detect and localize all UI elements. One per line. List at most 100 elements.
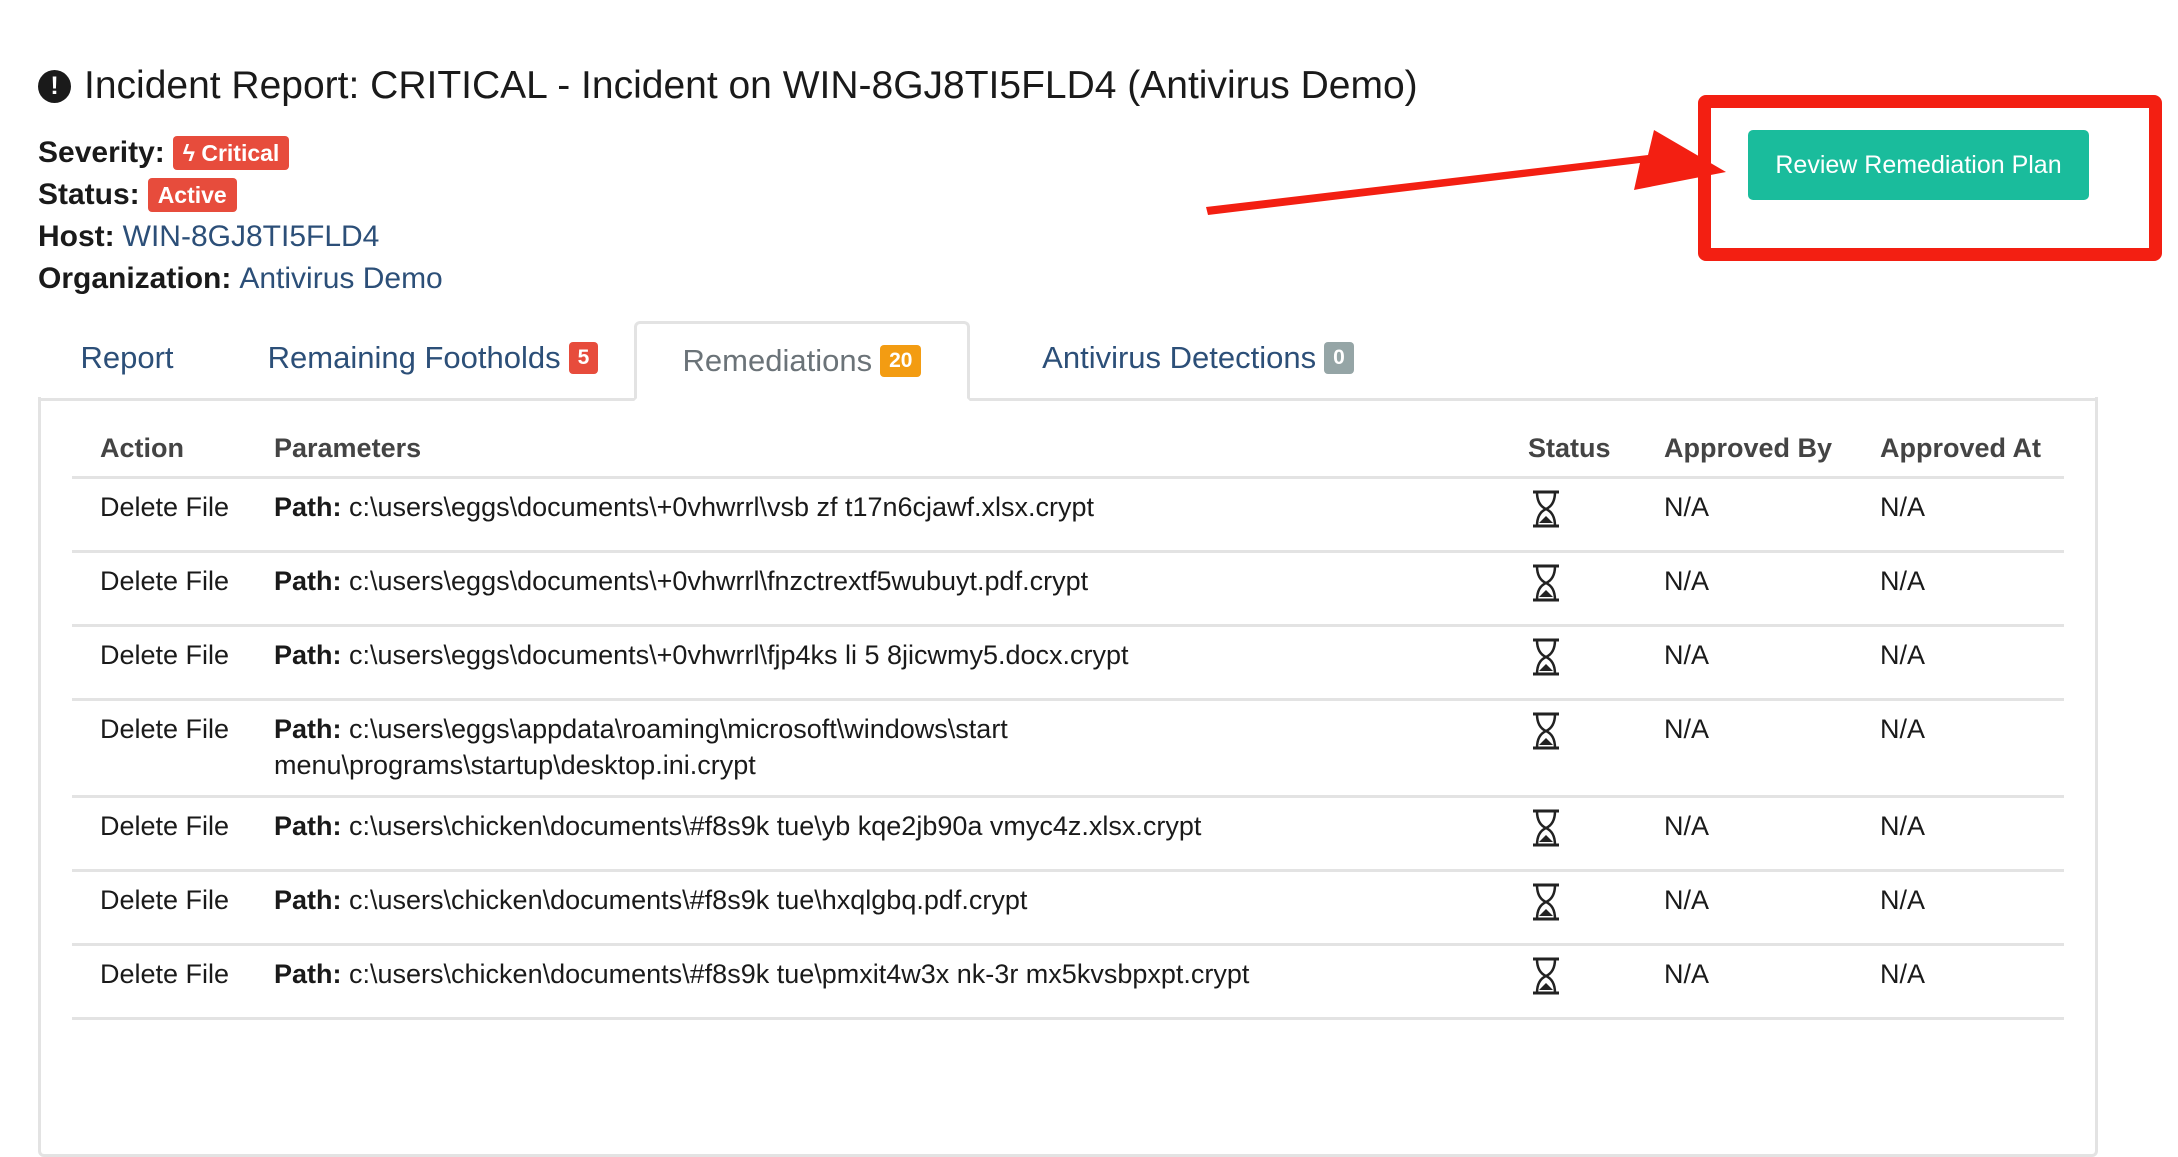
approved-by-cell: N/A xyxy=(1636,870,1852,946)
status-cell xyxy=(1500,625,1636,701)
table-row: Delete File Path: c:\users\chicken\docum… xyxy=(72,796,2064,872)
approved-by-cell: N/A xyxy=(1636,477,1852,553)
hourglass-icon xyxy=(1533,564,1559,602)
approved-at-value: N/A xyxy=(1880,640,1926,670)
detections-count-badge: 0 xyxy=(1324,342,1354,374)
action-cell: Delete File xyxy=(72,796,246,872)
table-row: Delete File Path: c:\users\chicken\docum… xyxy=(72,870,2064,946)
tab-antivirus-detections-label: Antivirus Detections xyxy=(1042,340,1317,375)
approved-by-value: N/A xyxy=(1664,811,1710,841)
table-row: Delete File Path: c:\users\eggs\document… xyxy=(72,477,2064,553)
approved-at-value: N/A xyxy=(1880,566,1926,596)
path-value: c:\users\eggs\appdata\roaming\microsoft\… xyxy=(274,714,1008,780)
approved-by-value: N/A xyxy=(1664,640,1710,670)
remediations-table: Action Parameters Status Approved By App… xyxy=(72,430,2064,1020)
hourglass-icon xyxy=(1533,712,1559,750)
approved-at-value: N/A xyxy=(1880,811,1926,841)
approved-by-value: N/A xyxy=(1664,959,1710,989)
table-row: Delete File Path: c:\users\chicken\docum… xyxy=(72,944,2064,1020)
column-header-parameters[interactable]: Parameters xyxy=(246,430,1500,479)
approved-at-cell: N/A xyxy=(1852,551,2064,627)
approved-by-cell: N/A xyxy=(1636,551,1852,627)
approved-at-cell: N/A xyxy=(1852,699,2064,798)
hourglass-icon xyxy=(1533,638,1559,676)
path-label: Path: xyxy=(274,959,342,989)
parameters-cell: Path: c:\users\chicken\documents\#f8s9k … xyxy=(246,944,1500,1020)
tab-remaining-footholds[interactable]: Remaining Footholds 5 xyxy=(234,318,632,398)
approved-by-value: N/A xyxy=(1664,492,1710,522)
approved-by-cell: N/A xyxy=(1636,796,1852,872)
path-value: c:\users\chicken\documents\#f8s9k tue\yb… xyxy=(349,811,1202,841)
hourglass-icon xyxy=(1533,490,1559,528)
approved-by-value: N/A xyxy=(1664,566,1710,596)
table-row: Delete File Path: c:\users\eggs\document… xyxy=(72,625,2064,701)
action-text: Delete File xyxy=(100,492,230,522)
status-cell xyxy=(1500,699,1636,798)
action-text: Delete File xyxy=(100,640,230,670)
status-cell xyxy=(1500,796,1636,872)
status-cell xyxy=(1500,944,1636,1020)
path-label: Path: xyxy=(274,714,342,744)
parameters-cell: Path: c:\users\eggs\documents\+0vhwrrl\f… xyxy=(246,625,1500,701)
action-cell: Delete File xyxy=(72,699,246,798)
action-cell: Delete File xyxy=(72,870,246,946)
action-text: Delete File xyxy=(100,811,230,841)
approved-by-cell: N/A xyxy=(1636,699,1852,798)
incident-tabs: Report Remaining Footholds 5 Remediation… xyxy=(38,318,2098,401)
remediations-count-badge: 20 xyxy=(880,345,922,377)
approved-at-cell: N/A xyxy=(1852,625,2064,701)
hourglass-icon xyxy=(1533,809,1559,847)
tab-remediations-label: Remediations xyxy=(682,343,873,378)
action-text: Delete File xyxy=(100,885,230,915)
action-cell: Delete File xyxy=(72,625,246,701)
tab-report-label: Report xyxy=(80,340,174,375)
column-header-approved-by[interactable]: Approved By xyxy=(1636,430,1852,479)
approved-by-value: N/A xyxy=(1664,885,1710,915)
parameters-cell: Path: c:\users\eggs\appdata\roaming\micr… xyxy=(246,699,1500,798)
approved-at-cell: N/A xyxy=(1852,870,2064,946)
callout-arrow-shape xyxy=(1206,130,1726,215)
parameters-cell: Path: c:\users\chicken\documents\#f8s9k … xyxy=(246,870,1500,946)
approved-at-value: N/A xyxy=(1880,492,1926,522)
path-value: c:\users\eggs\documents\+0vhwrrl\fnzctre… xyxy=(349,566,1089,596)
approved-by-cell: N/A xyxy=(1636,944,1852,1020)
path-value: c:\users\eggs\documents\+0vhwrrl\fjp4ks … xyxy=(349,640,1129,670)
tab-report[interactable]: Report xyxy=(42,318,212,398)
approved-at-value: N/A xyxy=(1880,714,1926,744)
approved-at-value: N/A xyxy=(1880,885,1926,915)
action-text: Delete File xyxy=(100,959,230,989)
path-label: Path: xyxy=(274,492,342,522)
column-header-status[interactable]: Status xyxy=(1500,430,1636,479)
parameters-cell: Path: c:\users\eggs\documents\+0vhwrrl\v… xyxy=(246,477,1500,553)
table-row: Delete File Path: c:\users\eggs\document… xyxy=(72,551,2064,627)
action-cell: Delete File xyxy=(72,551,246,627)
table-body: Delete File Path: c:\users\eggs\document… xyxy=(72,477,2064,1020)
approved-at-cell: N/A xyxy=(1852,477,2064,553)
approved-by-cell: N/A xyxy=(1636,625,1852,701)
column-header-approved-at[interactable]: Approved At xyxy=(1852,430,2064,479)
approved-at-cell: N/A xyxy=(1852,796,2064,872)
tab-antivirus-detections[interactable]: Antivirus Detections 0 xyxy=(998,318,1398,398)
path-label: Path: xyxy=(274,811,342,841)
status-cell xyxy=(1500,870,1636,946)
path-label: Path: xyxy=(274,885,342,915)
parameters-cell: Path: c:\users\eggs\documents\+0vhwrrl\f… xyxy=(246,551,1500,627)
status-cell xyxy=(1500,551,1636,627)
path-label: Path: xyxy=(274,640,342,670)
action-cell: Delete File xyxy=(72,477,246,553)
path-value: c:\users\chicken\documents\#f8s9k tue\hx… xyxy=(349,885,1028,915)
tab-remaining-footholds-label: Remaining Footholds xyxy=(267,340,561,375)
action-text: Delete File xyxy=(100,566,230,596)
table-header-row: Action Parameters Status Approved By App… xyxy=(72,430,2064,479)
approved-by-value: N/A xyxy=(1664,714,1710,744)
table-row: Delete File Path: c:\users\eggs\appdata\… xyxy=(72,699,2064,798)
status-cell xyxy=(1500,477,1636,553)
hourglass-icon xyxy=(1533,883,1559,921)
path-value: c:\users\chicken\documents\#f8s9k tue\pm… xyxy=(349,959,1250,989)
parameters-cell: Path: c:\users\chicken\documents\#f8s9k … xyxy=(246,796,1500,872)
column-header-action[interactable]: Action xyxy=(72,430,246,479)
tab-remediations[interactable]: Remediations 20 xyxy=(634,321,970,401)
review-remediation-plan-button[interactable]: Review Remediation Plan xyxy=(1748,130,2089,200)
approved-at-value: N/A xyxy=(1880,959,1926,989)
hourglass-icon xyxy=(1533,957,1559,995)
